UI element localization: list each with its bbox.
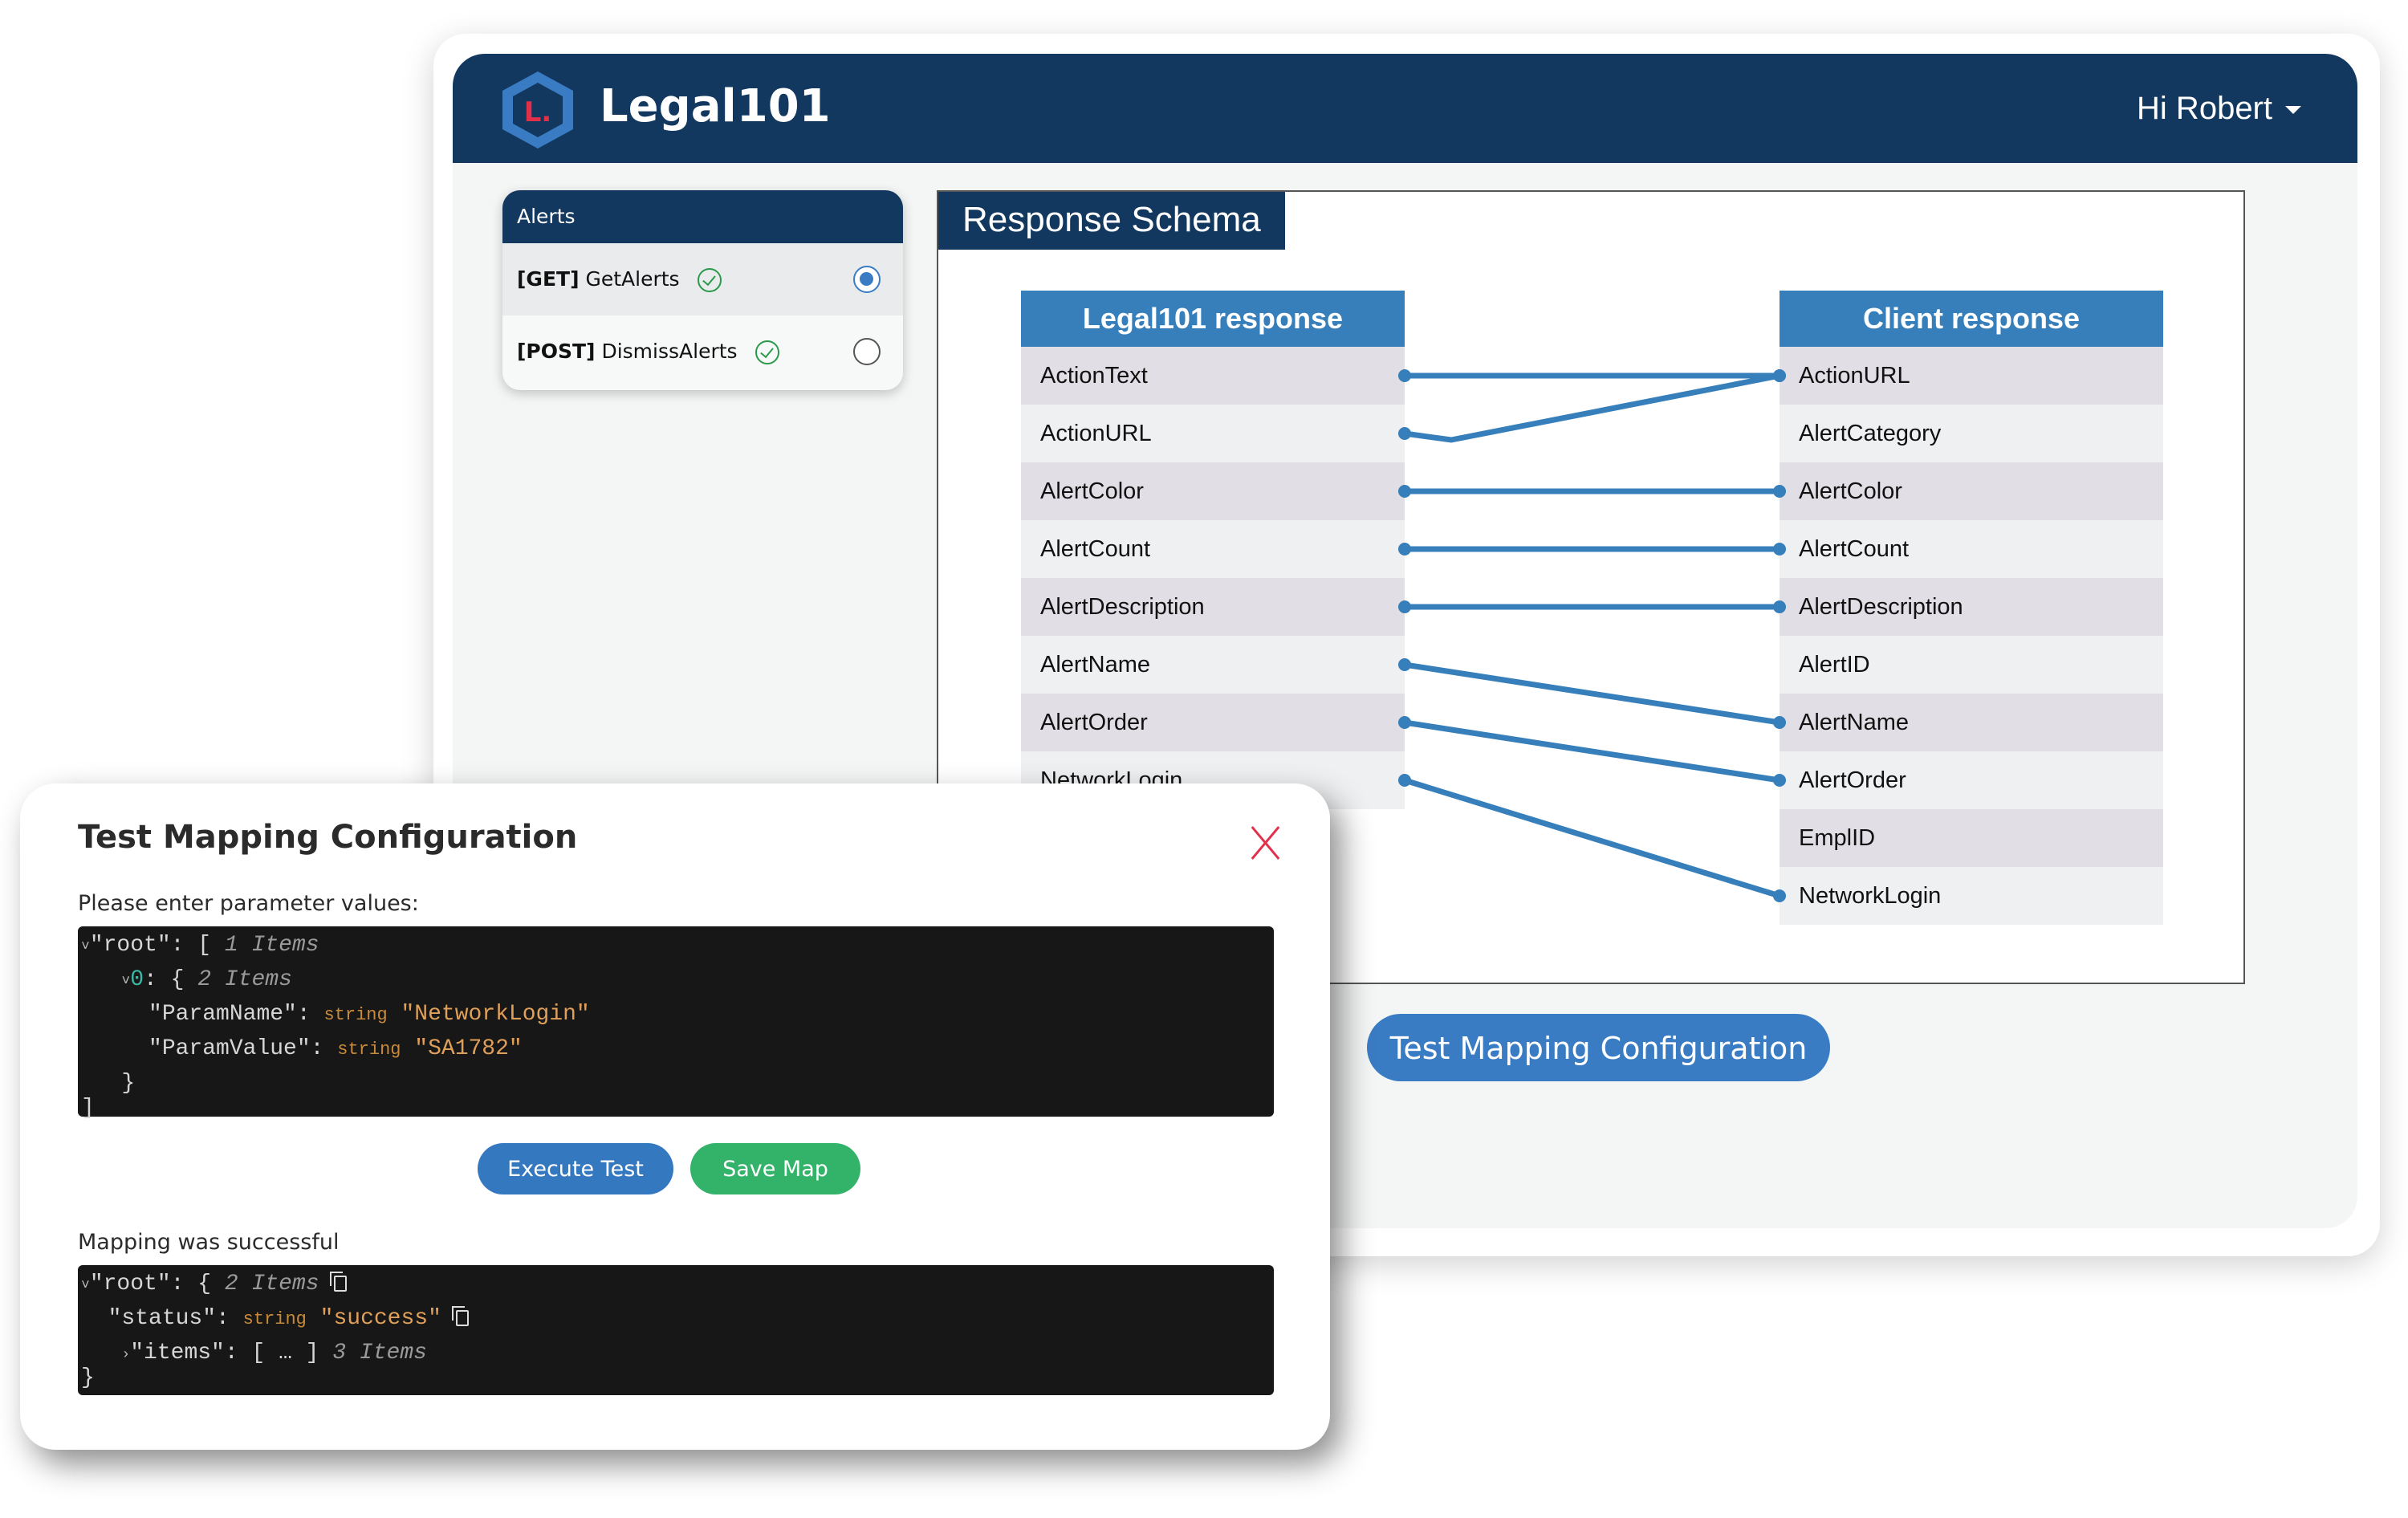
endpoint-item-dismissalerts[interactable]: [POST] DismissAlerts	[502, 315, 903, 388]
modal-title: Test Mapping Configuration	[78, 819, 578, 856]
client-field[interactable]: AlertName	[1780, 694, 2163, 751]
client-field[interactable]: NetworkLogin	[1780, 867, 2163, 925]
save-map-button[interactable]: Save Map	[690, 1143, 860, 1194]
copy-icon[interactable]	[451, 1305, 469, 1326]
check-circle-icon	[755, 340, 779, 364]
endpoint-radio[interactable]	[853, 338, 881, 365]
svg-text:L.: L.	[524, 96, 552, 128]
logo-icon: L.	[502, 71, 573, 149]
endpoint-method: [GET]	[517, 267, 580, 291]
alerts-panel-title: Alerts	[502, 190, 903, 243]
client-field[interactable]: AlertID	[1780, 636, 2163, 694]
legal101-field[interactable]: AlertCount	[1021, 520, 1405, 578]
legal101-response-table: Legal101 response ActionText ActionURL Ale…	[1021, 291, 1405, 809]
legal101-field[interactable]: AlertColor	[1021, 462, 1405, 520]
params-label: Please enter parameter values:	[78, 891, 419, 916]
legal101-field[interactable]: AlertOrder	[1021, 694, 1405, 751]
client-field[interactable]: EmplID	[1780, 809, 2163, 867]
execute-test-button[interactable]: Execute Test	[478, 1143, 673, 1194]
brand-name: Legal101	[600, 80, 831, 132]
client-field[interactable]: ActionURL	[1780, 347, 2163, 405]
expand-chevron-icon[interactable]: ›	[121, 1347, 130, 1363]
caret-down-icon	[2285, 106, 2301, 115]
close-icon[interactable]	[1248, 825, 1283, 861]
result-label: Mapping was successful	[78, 1230, 340, 1255]
endpoint-method: [POST]	[517, 340, 596, 363]
mapping-line[interactable]	[1403, 777, 1781, 899]
copy-icon[interactable]	[329, 1271, 347, 1292]
result-json-viewer: ˅"root": { 2 Items "status": string "suc…	[78, 1265, 1274, 1395]
test-mapping-modal: Test Mapping Configuration Please enter …	[20, 783, 1330, 1450]
user-menu[interactable]: Hi Robert	[2137, 84, 2301, 132]
params-json-editor[interactable]: ˅"root": [ 1 Items ˅0: { 2 Items "ParamN…	[78, 926, 1274, 1120]
client-field[interactable]: AlertDescription	[1780, 578, 2163, 636]
collapse-chevron-icon[interactable]: ˅	[81, 1278, 90, 1294]
endpoint-name: DismissAlerts	[601, 340, 738, 363]
mapping-line[interactable]	[1404, 719, 1780, 783]
legal101-field[interactable]: ActionText	[1021, 347, 1405, 405]
legal101-response-header: Legal101 response	[1021, 291, 1405, 347]
client-response-table: Client response ActionURL AlertCategory Al…	[1780, 291, 2163, 925]
mapping-line[interactable]	[1404, 372, 1780, 443]
client-response-header: Client response	[1780, 291, 2163, 347]
client-field[interactable]: AlertCount	[1780, 520, 2163, 578]
schema-title: Response Schema	[938, 192, 1285, 250]
alerts-panel: Alerts [GET] GetAlerts [POST] DismissAle…	[502, 190, 903, 390]
legal101-field[interactable]: AlertName	[1021, 636, 1405, 694]
check-circle-icon	[697, 268, 722, 292]
test-mapping-button[interactable]: Test Mapping Configuration	[1367, 1014, 1830, 1081]
collapse-chevron-icon[interactable]: ˅	[81, 939, 90, 955]
legal101-field[interactable]: AlertDescription	[1021, 578, 1405, 636]
collapse-chevron-icon[interactable]: ˅	[121, 974, 130, 990]
client-field[interactable]: AlertColor	[1780, 462, 2163, 520]
endpoint-name: GetAlerts	[585, 267, 680, 291]
legal101-field[interactable]: ActionURL	[1021, 405, 1405, 462]
user-greeting: Hi Robert	[2137, 91, 2272, 126]
mapping-line[interactable]	[1404, 661, 1780, 726]
endpoint-radio-selected[interactable]	[853, 266, 881, 293]
client-field[interactable]: AlertCategory	[1780, 405, 2163, 462]
top-header: L. Legal101 Hi Robert	[453, 54, 2357, 163]
client-field[interactable]: AlertOrder	[1780, 751, 2163, 809]
endpoint-item-getalerts[interactable]: [GET] GetAlerts	[502, 243, 903, 315]
